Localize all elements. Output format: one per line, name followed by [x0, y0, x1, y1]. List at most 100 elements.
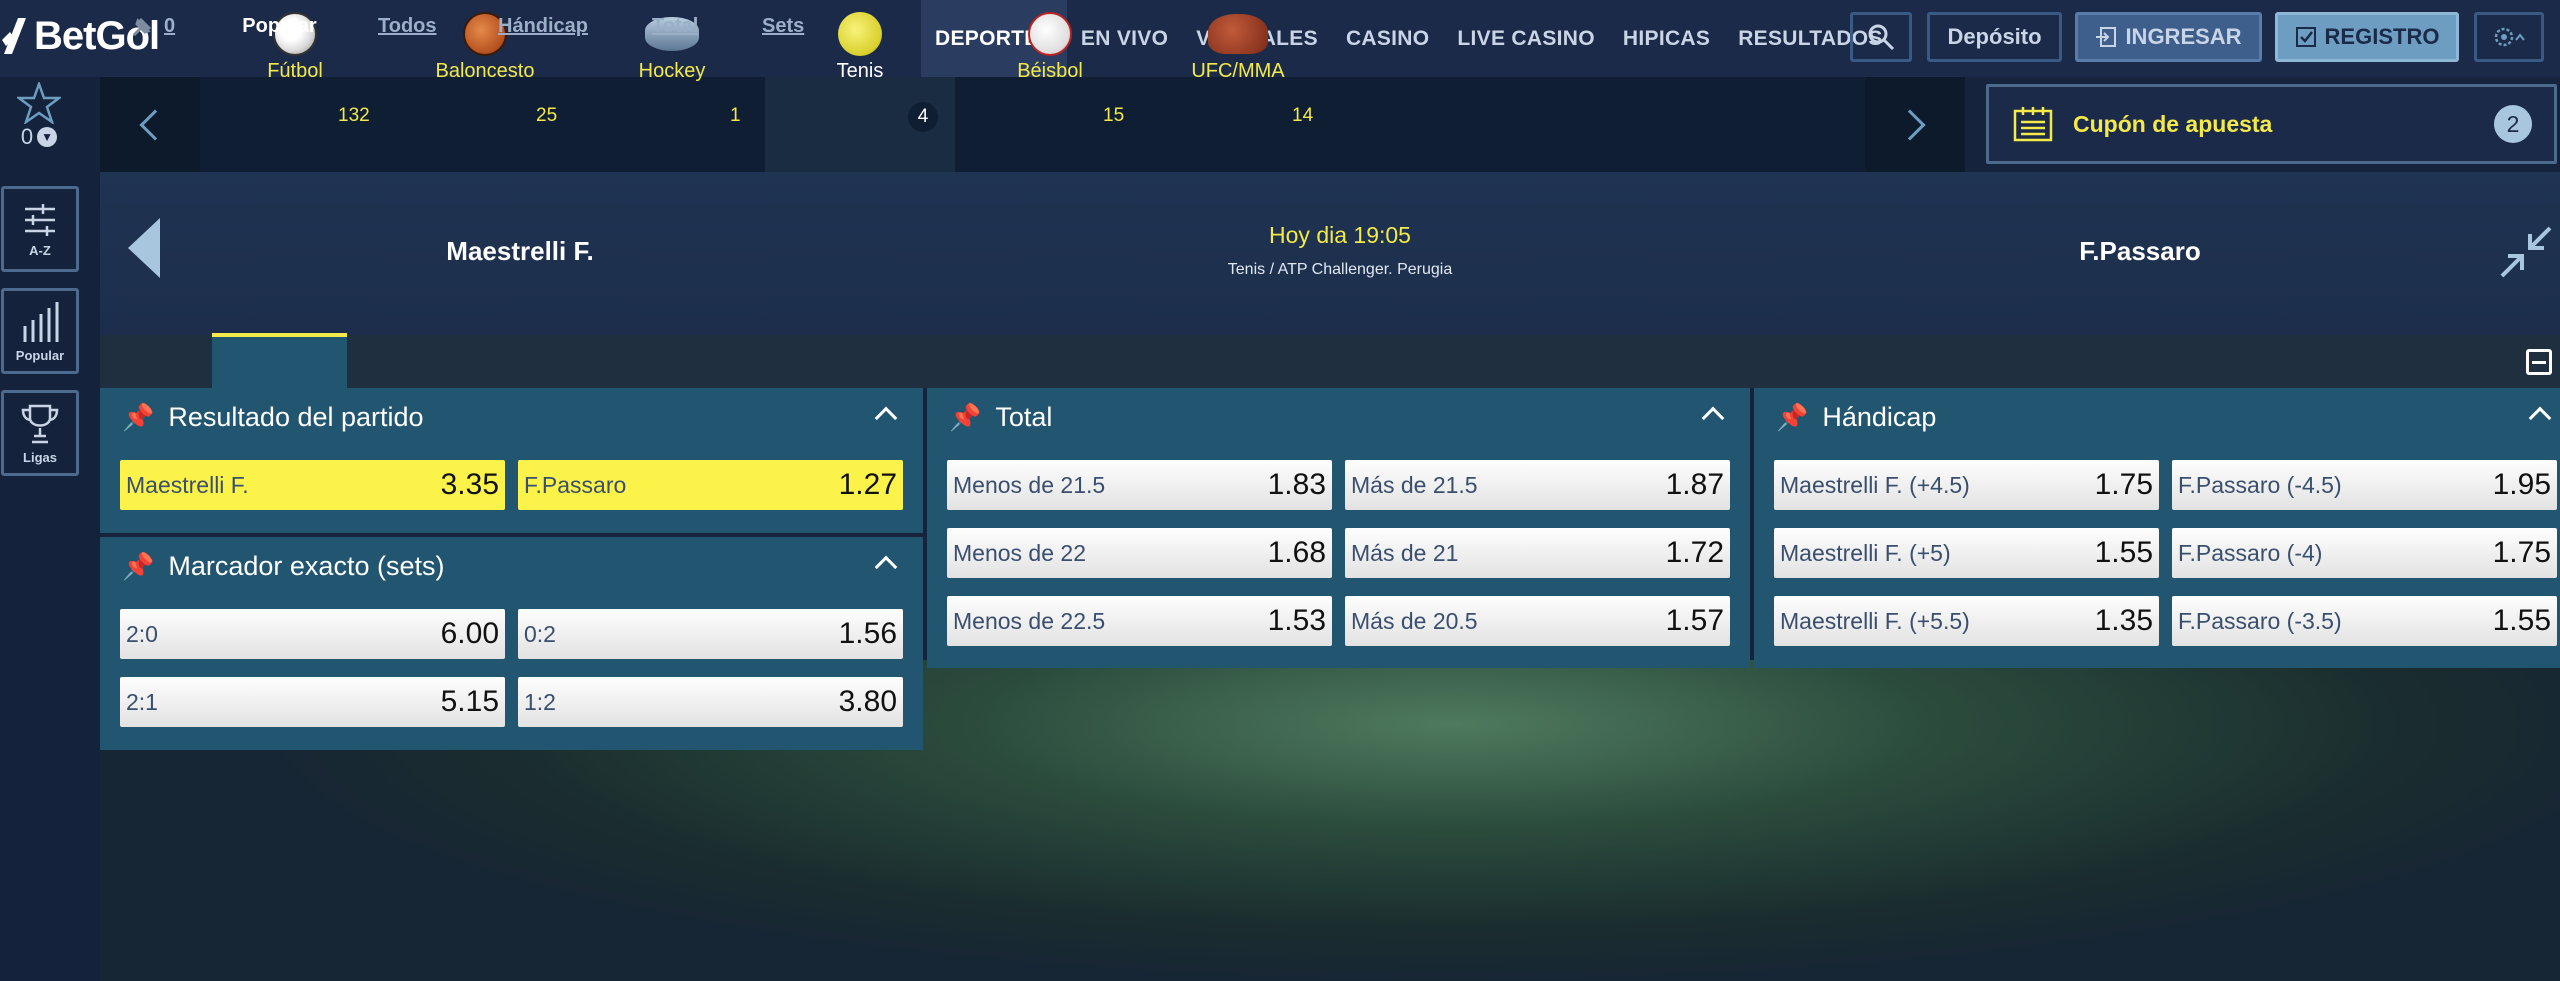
coupon-label: Cupón de apuesta	[2073, 110, 2273, 137]
odd-value: 1.83	[1267, 468, 1326, 501]
odd-label: F.Passaro (-4)	[2178, 539, 2323, 566]
odd-button[interactable]: Maestrelli F. (+5) 1.55	[1774, 528, 2159, 578]
odd-button[interactable]: F.Passaro 1.27	[518, 460, 903, 510]
nav-live-casino[interactable]: LIVE CASINO	[1443, 0, 1608, 77]
sport-count: 14	[1292, 105, 1314, 126]
odd-value: 1.55	[2492, 604, 2551, 637]
deposit-button[interactable]: Depósito	[1927, 12, 2062, 62]
tab-popular[interactable]: Popular	[212, 0, 347, 53]
tab-total[interactable]: Total	[652, 0, 698, 53]
odd-button[interactable]: F.Passaro (-4) 1.75	[2172, 528, 2557, 578]
rail-az-button[interactable]: A-Z	[1, 186, 79, 272]
pin-icon: 📌	[1776, 401, 1809, 432]
odd-button[interactable]: Más de 21.5 1.87	[1345, 460, 1730, 510]
collapse-arrows-icon[interactable]	[2500, 226, 2552, 278]
favorites-toggle[interactable]: 0 ▼	[14, 82, 64, 162]
search-button[interactable]	[1850, 12, 1912, 62]
tab-sets[interactable]: Sets	[762, 0, 804, 53]
home-team: Maestrelli F.	[446, 236, 594, 266]
odd-value: 1.55	[2094, 536, 2153, 569]
odd-button[interactable]: Más de 20.5 1.57	[1345, 596, 1730, 646]
rail-leagues-button[interactable]: Ligas	[1, 390, 79, 476]
tab-pinned[interactable]: 0	[130, 0, 175, 53]
sport-label: Baloncesto	[435, 60, 535, 82]
sport-ufc-mma[interactable]: UFC/MMA	[1188, 0, 1288, 95]
favorites-count: 0	[20, 124, 34, 149]
boxing-glove-icon	[1208, 14, 1268, 54]
odd-value: 1.75	[2094, 468, 2153, 501]
odd-label: Maestrelli F.	[126, 471, 249, 498]
bet-coupon[interactable]: Cupón de apuesta 2	[1986, 84, 2557, 164]
odd-label: F.Passaro (-4.5)	[2178, 471, 2342, 498]
odd-button[interactable]: 2:0 6.00	[120, 609, 505, 659]
tab-popular-active	[212, 333, 347, 388]
odd-label: Maestrelli F. (+4.5)	[1780, 471, 1970, 498]
market-title: Marcador exacto (sets)	[168, 550, 445, 581]
odd-button[interactable]: Maestrelli F. 3.35	[120, 460, 505, 510]
sport-label: UFC/MMA	[1191, 60, 1285, 82]
market-header[interactable]: 📌 Resultado del partido	[100, 388, 923, 446]
odd-value: 1.56	[838, 617, 897, 650]
market-header[interactable]: 📌 Hándicap	[1754, 388, 2560, 446]
away-team: F.Passaro	[2079, 236, 2201, 266]
register-button[interactable]: REGISTRO	[2275, 12, 2459, 62]
back-arrow-icon[interactable]	[128, 218, 160, 278]
odd-button[interactable]: Más de 21 1.72	[1345, 528, 1730, 578]
match-time: Hoy dia 19:05	[1269, 222, 1411, 248]
checkbox-icon	[2295, 27, 2316, 47]
search-icon	[1868, 24, 1895, 51]
odd-label: Maestrelli F. (+5)	[1780, 539, 1951, 566]
odd-button[interactable]: 1:2 3.80	[518, 677, 903, 727]
sport-tenis[interactable]: Tenis	[820, 0, 900, 95]
odd-label: Menos de 21.5	[953, 471, 1106, 498]
sport-count: 15	[1103, 105, 1125, 126]
sports-prev-button[interactable]	[100, 77, 200, 172]
market-header[interactable]: 📌 Marcador exacto (sets)	[100, 537, 923, 595]
odd-button[interactable]: Menos de 22 1.68	[947, 528, 1332, 578]
odd-label: Más de 21.5	[1351, 471, 1478, 498]
collapse-all-button[interactable]	[2526, 349, 2552, 375]
odd-button[interactable]: F.Passaro (-4.5) 1.95	[2172, 460, 2557, 510]
odd-label: Maestrelli F. (+5.5)	[1780, 607, 1970, 634]
nav-casino[interactable]: CASINO	[1332, 0, 1443, 77]
odd-label: Más de 21	[1351, 539, 1459, 566]
odd-button[interactable]: Menos de 22.5 1.53	[947, 596, 1332, 646]
filter-sliders-icon	[25, 203, 55, 236]
rail-popular-button[interactable]: Popular	[1, 288, 79, 374]
market-title: Resultado del partido	[168, 401, 424, 432]
rail-az-label: A-Z	[29, 242, 51, 258]
odd-button[interactable]: Maestrelli F. (+5.5) 1.35	[1774, 596, 2159, 646]
bar-chart-icon	[23, 301, 59, 342]
pin-icon: 📌	[122, 550, 155, 581]
odd-label: 0:2	[524, 620, 556, 647]
rail-leagues-label: Ligas	[23, 449, 57, 465]
odd-value: 3.35	[440, 468, 499, 501]
baseball-icon	[1028, 12, 1072, 56]
market-header[interactable]: 📌 Total	[927, 388, 1750, 446]
sport-label: Tenis	[836, 60, 884, 82]
pin-icon: 📌	[949, 401, 982, 432]
sports-next-button[interactable]	[1865, 77, 1965, 172]
odd-button[interactable]: 0:2 1.56	[518, 609, 903, 659]
odd-value: 1.72	[1665, 536, 1724, 569]
odd-button[interactable]: F.Passaro (-3.5) 1.55	[2172, 596, 2557, 646]
odd-label: 1:2	[524, 688, 556, 715]
sport-label: Béisbol	[1017, 60, 1083, 82]
login-button[interactable]: INGRESAR	[2075, 12, 2262, 62]
odd-button[interactable]: 2:1 5.15	[120, 677, 505, 727]
market-result: 📌 Resultado del partido Maestrelli F. 3.3…	[100, 388, 923, 533]
tab-handicap[interactable]: Hándicap	[498, 0, 588, 53]
odd-button[interactable]: Menos de 21.5 1.83	[947, 460, 1332, 510]
betgol-logo-icon	[2, 18, 26, 54]
sport-count: 1	[730, 105, 741, 126]
odd-label: 2:1	[126, 688, 158, 715]
settings-button[interactable]	[2474, 12, 2544, 62]
odd-button[interactable]: Maestrelli F. (+4.5) 1.75	[1774, 460, 2159, 510]
odd-value: 1.75	[2492, 536, 2551, 569]
tab-todos[interactable]: Todos	[378, 0, 437, 53]
market-total: 📌 Total Menos de 21.5 1.83 Más de 21.5 1.8…	[927, 388, 1750, 668]
nav-hipicas[interactable]: HIPICAS	[1609, 0, 1724, 77]
sport-beisbol[interactable]: Béisbol	[1010, 0, 1090, 95]
market-title: Total	[995, 401, 1053, 432]
odd-value: 1.57	[1665, 604, 1724, 637]
